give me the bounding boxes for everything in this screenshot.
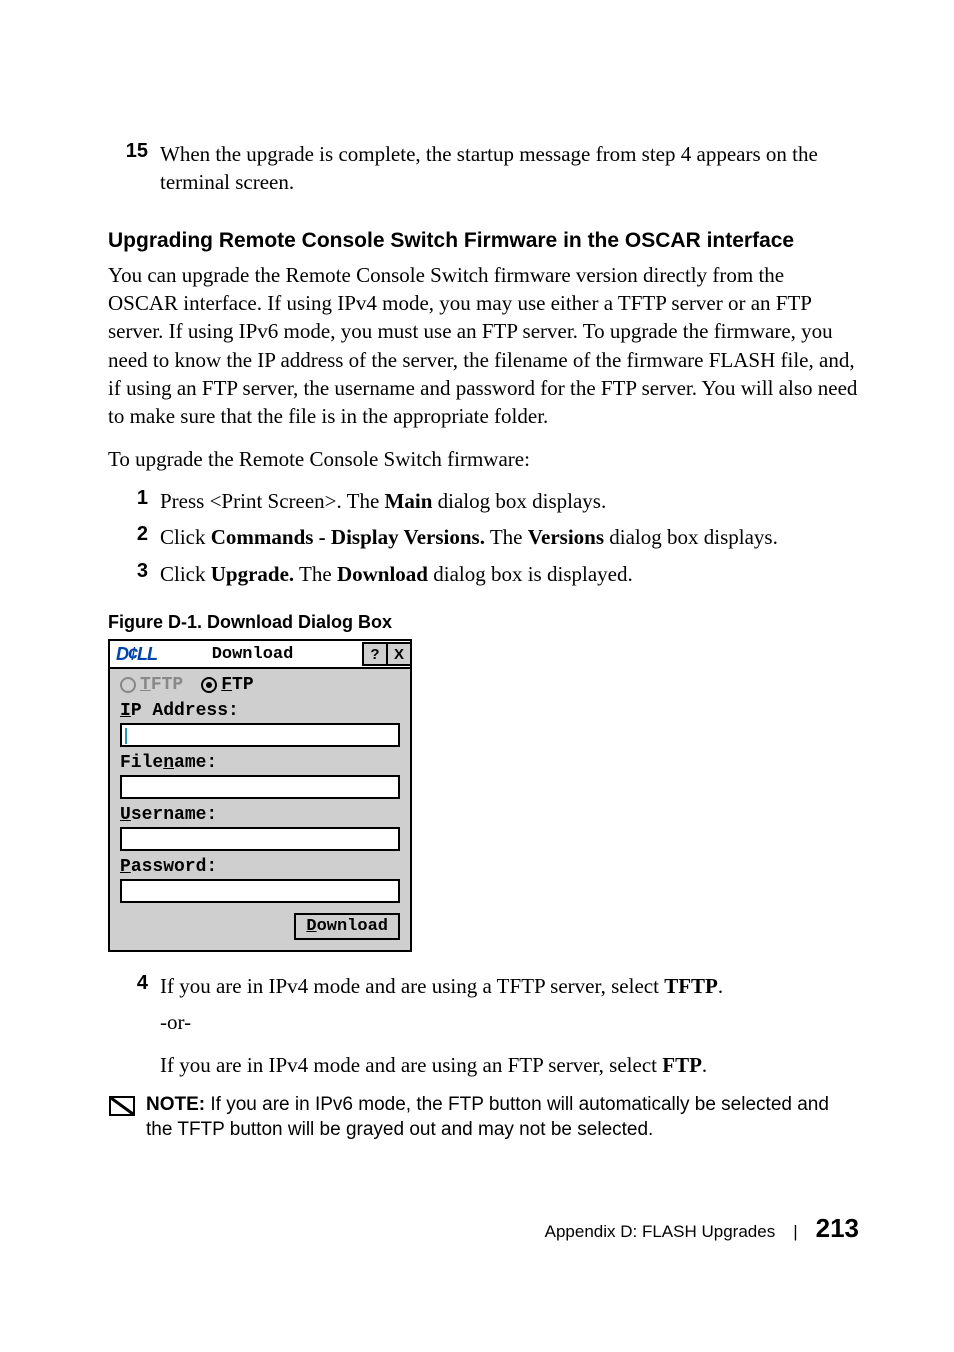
download-button[interactable]: Download — [294, 913, 400, 940]
password-input[interactable] — [120, 879, 400, 903]
note-icon — [108, 1095, 136, 1117]
step-1: 1 Press <Print Screen>. The Main dialog … — [108, 487, 859, 515]
step-number: 15 — [108, 140, 160, 197]
page-number: 213 — [816, 1213, 859, 1244]
filename-label: Filename: — [120, 753, 400, 773]
tftp-radio: TFTP — [120, 675, 183, 695]
dialog-title: Download — [163, 645, 362, 664]
note: NOTE: If you are in IPv6 mode, the FTP b… — [108, 1093, 859, 1142]
step-4: 4 If you are in IPv4 mode and are using … — [108, 972, 859, 1000]
or-text: -or- — [108, 1008, 859, 1036]
step-number: 3 — [108, 560, 160, 588]
step-number: 1 — [108, 487, 160, 515]
step-number: 2 — [108, 523, 160, 551]
radio-icon — [120, 677, 136, 693]
section-heading: Upgrading Remote Console Switch Firmware… — [108, 229, 859, 253]
password-label: Password: — [120, 857, 400, 877]
radio-icon — [201, 677, 217, 693]
paragraph: To upgrade the Remote Console Switch fir… — [108, 445, 859, 473]
dialog-titlebar: D¢LL Download ? X — [110, 641, 410, 669]
step-text: If you are in IPv4 mode and are using a … — [160, 972, 859, 1000]
step-2: 2 Click Commands - Display Versions. The… — [108, 523, 859, 551]
footer-section: Appendix D: FLASH Upgrades — [545, 1222, 776, 1242]
filename-input[interactable] — [120, 775, 400, 799]
figure-caption: Figure D-1. Download Dialog Box — [108, 612, 859, 633]
note-label: NOTE: — [146, 1094, 205, 1115]
dell-logo: D¢LL — [110, 644, 163, 665]
username-input[interactable] — [120, 827, 400, 851]
page-footer: Appendix D: FLASH Upgrades | 213 — [108, 1213, 859, 1244]
footer-separator: | — [793, 1222, 797, 1242]
paragraph: You can upgrade the Remote Console Switc… — [108, 261, 859, 431]
ftp-radio[interactable]: FTP — [201, 675, 253, 695]
step-text: When the upgrade is complete, the startu… — [160, 140, 859, 197]
download-dialog: D¢LL Download ? X TFTP FTP IP Address: F… — [108, 639, 412, 952]
step-text: Press <Print Screen>. The Main dialog bo… — [160, 487, 859, 515]
step-text: Click Upgrade. The Download dialog box i… — [160, 560, 859, 588]
username-label: Username: — [120, 805, 400, 825]
ip-address-input[interactable] — [120, 723, 400, 747]
step-text: If you are in IPv4 mode and are using an… — [108, 1051, 859, 1079]
ip-address-label: IP Address: — [120, 701, 400, 721]
help-button[interactable]: ? — [362, 642, 386, 666]
step-number: 4 — [108, 972, 160, 1000]
note-body: If you are in IPv6 mode, the FTP button … — [146, 1094, 829, 1140]
close-button[interactable]: X — [386, 642, 410, 666]
step-3: 3 Click Upgrade. The Download dialog box… — [108, 560, 859, 588]
step-15: 15 When the upgrade is complete, the sta… — [108, 140, 859, 197]
step-text: Click Commands - Display Versions. The V… — [160, 523, 859, 551]
